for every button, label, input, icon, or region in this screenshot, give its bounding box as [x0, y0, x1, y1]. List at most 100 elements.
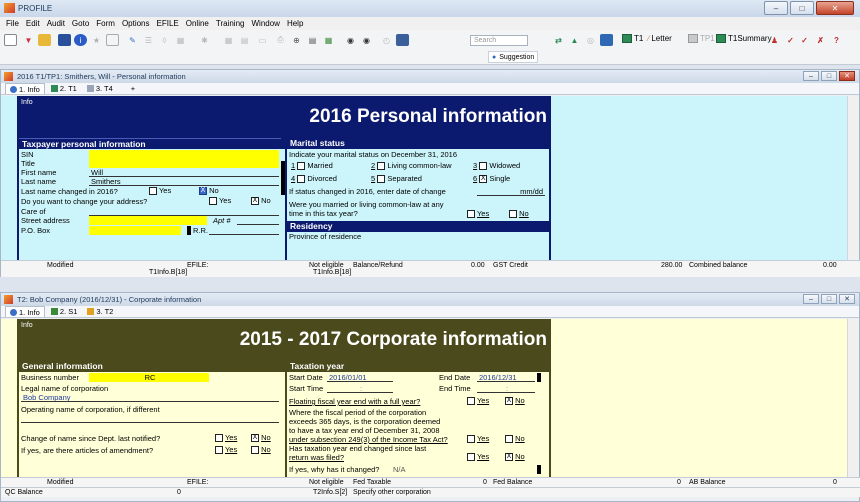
doc1-restore-button[interactable]: □ [821, 71, 837, 81]
menu-options[interactable]: Options [122, 19, 150, 28]
doc2-scrollbar[interactable] [847, 319, 859, 477]
question-icon[interactable]: ? [830, 34, 843, 46]
preview-icon[interactable] [106, 34, 119, 46]
street-address-field[interactable] [89, 216, 207, 225]
doc2-minimize-button[interactable]: – [803, 294, 819, 304]
menu-file[interactable]: File [6, 19, 19, 28]
end-date-field[interactable]: 2016/12/31 [477, 373, 535, 382]
checkbox-checked[interactable]: X [505, 397, 513, 406]
minimize-button[interactable]: – [764, 1, 788, 15]
married-yes[interactable]: Yes [467, 209, 489, 219]
find-next-icon[interactable]: ◉ [360, 34, 373, 46]
print-icon[interactable]: ⎙ [274, 34, 287, 46]
checkbox[interactable] [467, 453, 475, 462]
fiscal-no[interactable]: No [505, 434, 525, 444]
toolbar-tp1[interactable]: TP1 [688, 34, 715, 43]
checkbox[interactable] [509, 210, 517, 219]
rr-field[interactable] [209, 226, 279, 235]
suggestion-button[interactable]: ● Suggestion [488, 51, 539, 63]
marital-option-married[interactable]: 1 Married [291, 161, 333, 171]
tab-info[interactable]: 1. Info [5, 306, 45, 317]
change-address-yes[interactable]: Yes [209, 196, 231, 206]
tab-t4[interactable]: 3. T4 [83, 83, 117, 94]
checkbox-checked[interactable]: X [505, 453, 513, 462]
menu-training[interactable]: Training [216, 19, 245, 28]
change-address-no[interactable]: X No [251, 196, 271, 206]
checkbox[interactable] [479, 162, 488, 171]
menu-help[interactable]: Help [287, 19, 303, 28]
form-icon[interactable]: ▤ [306, 34, 319, 46]
marital-option-common-law[interactable]: 2 Living common-law [371, 161, 452, 171]
new-file-icon[interactable] [4, 34, 17, 46]
close-button[interactable]: ✕ [816, 1, 854, 15]
history-icon[interactable]: ◴ [380, 34, 393, 46]
calc-icon[interactable]: ▦ [174, 34, 187, 46]
start-date-field[interactable]: 2016/01/01 [327, 373, 393, 382]
apt-field[interactable] [237, 216, 279, 225]
star-icon[interactable]: ★ [90, 34, 103, 46]
checkbox[interactable] [377, 175, 386, 184]
care-of-field[interactable] [89, 207, 279, 216]
checkbox[interactable] [377, 162, 386, 171]
toolbar-letter[interactable]: ∕ Letter [648, 34, 672, 43]
start-time-field[interactable]: : [327, 384, 393, 393]
chart-icon[interactable]: ▭ [256, 34, 269, 46]
new-return-icon[interactable]: ▼ [22, 34, 35, 46]
end-time-field[interactable]: : [477, 384, 535, 393]
review-icon[interactable]: ◎ [584, 34, 597, 46]
articles-yes[interactable]: Yes [215, 445, 237, 455]
first-name-field[interactable]: Will [89, 168, 279, 177]
zoom-icon[interactable]: ⊕ [290, 34, 303, 46]
search-input[interactable]: Search [470, 35, 528, 46]
checkbox[interactable] [297, 162, 306, 171]
doc1-close-button[interactable]: ✕ [839, 71, 855, 81]
toolbar-t1summary[interactable]: T1Summary [716, 34, 772, 43]
checkbox[interactable] [215, 434, 223, 443]
menu-goto[interactable]: Goto [72, 19, 89, 28]
transmit-icon[interactable]: ⇄ [552, 34, 565, 46]
table-icon[interactable]: ▤ [238, 34, 251, 46]
name-changed-yes[interactable]: Yes [149, 186, 171, 196]
checkmark-icon[interactable]: ✓ [784, 34, 797, 46]
sin-field[interactable] [89, 150, 279, 159]
changed-yes[interactable]: Yes [467, 452, 489, 462]
settings-icon[interactable]: ✱ [198, 34, 211, 46]
name-changed-no[interactable]: X No [199, 186, 219, 196]
menu-audit[interactable]: Audit [47, 19, 65, 28]
floating-yes[interactable]: Yes [467, 396, 489, 406]
tab-t1[interactable]: 2. T1 [47, 83, 81, 94]
help-circle-icon[interactable]: i [74, 34, 87, 46]
status-change-date-field[interactable]: mm/dd [477, 187, 545, 196]
tab-info[interactable]: 1. Info [5, 83, 45, 94]
list-icon[interactable]: ☰ [142, 34, 155, 46]
menu-edit[interactable]: Edit [26, 19, 40, 28]
why-changed-field[interactable]: N/A [391, 465, 431, 474]
open-folder-icon[interactable] [38, 34, 51, 46]
x-mark-icon[interactable]: ✗ [814, 34, 827, 46]
checkbox-checked[interactable]: X [251, 197, 259, 206]
floating-no[interactable]: X No [505, 396, 525, 406]
checkbox[interactable] [505, 435, 513, 444]
checkbox[interactable] [149, 187, 157, 196]
save-icon[interactable] [58, 34, 71, 46]
lock-icon[interactable]: ◊ [158, 34, 171, 46]
fiscal-yes[interactable]: Yes [467, 434, 489, 444]
people-icon[interactable]: ♟ [768, 34, 781, 46]
last-name-field[interactable]: Smithers [89, 177, 279, 186]
marital-option-single[interactable]: 6 X Single [473, 174, 510, 184]
edit-icon[interactable]: ✎ [126, 34, 139, 46]
sync-icon[interactable] [600, 34, 613, 46]
articles-no[interactable]: No [251, 445, 271, 455]
business-number-field[interactable]: RC [89, 373, 209, 382]
add-tab-button[interactable]: + [127, 83, 139, 94]
alert-icon[interactable]: ▲ [568, 34, 581, 46]
tab-t2[interactable]: 3. T2 [83, 306, 117, 317]
doc2-close-button[interactable]: ✕ [839, 294, 855, 304]
marital-option-divorced[interactable]: 4 Divorced [291, 174, 337, 184]
grid-icon[interactable]: ▦ [222, 34, 235, 46]
checkbox-checked[interactable]: X [251, 434, 259, 443]
name-change-no[interactable]: X No [251, 433, 271, 443]
marital-option-separated[interactable]: 5 Separated [371, 174, 422, 184]
checkbox[interactable] [467, 210, 475, 219]
checkbox-checked[interactable]: X [479, 175, 488, 184]
